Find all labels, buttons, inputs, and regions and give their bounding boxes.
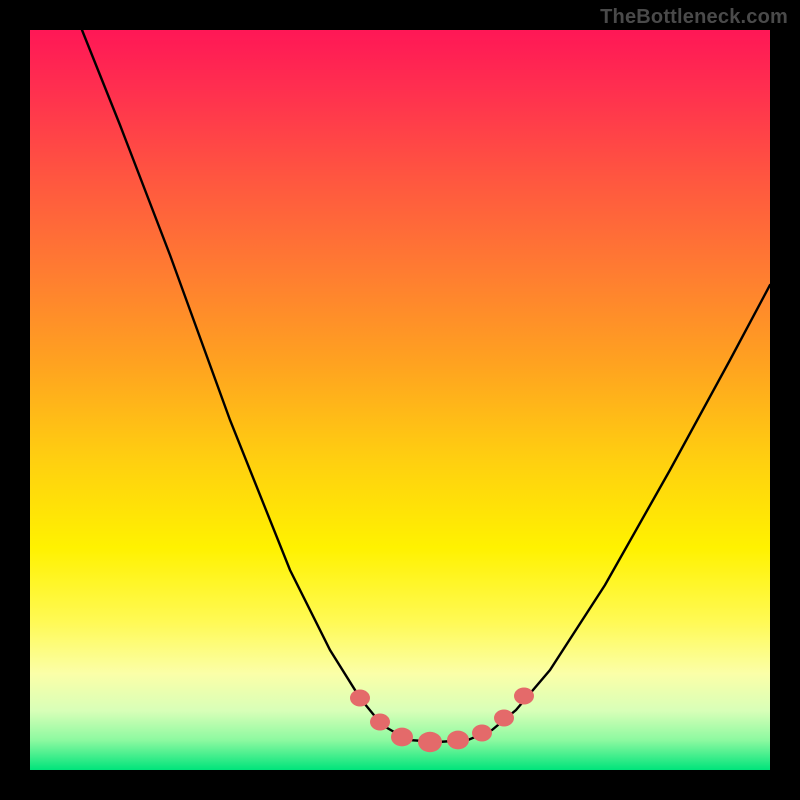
curve-marker <box>391 728 413 747</box>
curve-marker <box>350 690 370 707</box>
curve-marker <box>514 688 534 705</box>
bottleneck-curve-path <box>82 30 770 742</box>
watermark-text: TheBottleneck.com <box>600 6 788 29</box>
curve-marker <box>472 725 492 742</box>
bottleneck-curve-svg <box>30 30 770 770</box>
curve-marker <box>494 710 514 727</box>
curve-marker <box>447 731 469 750</box>
curve-marker <box>418 732 442 752</box>
curve-marker <box>370 714 390 731</box>
plot-frame <box>30 30 770 770</box>
